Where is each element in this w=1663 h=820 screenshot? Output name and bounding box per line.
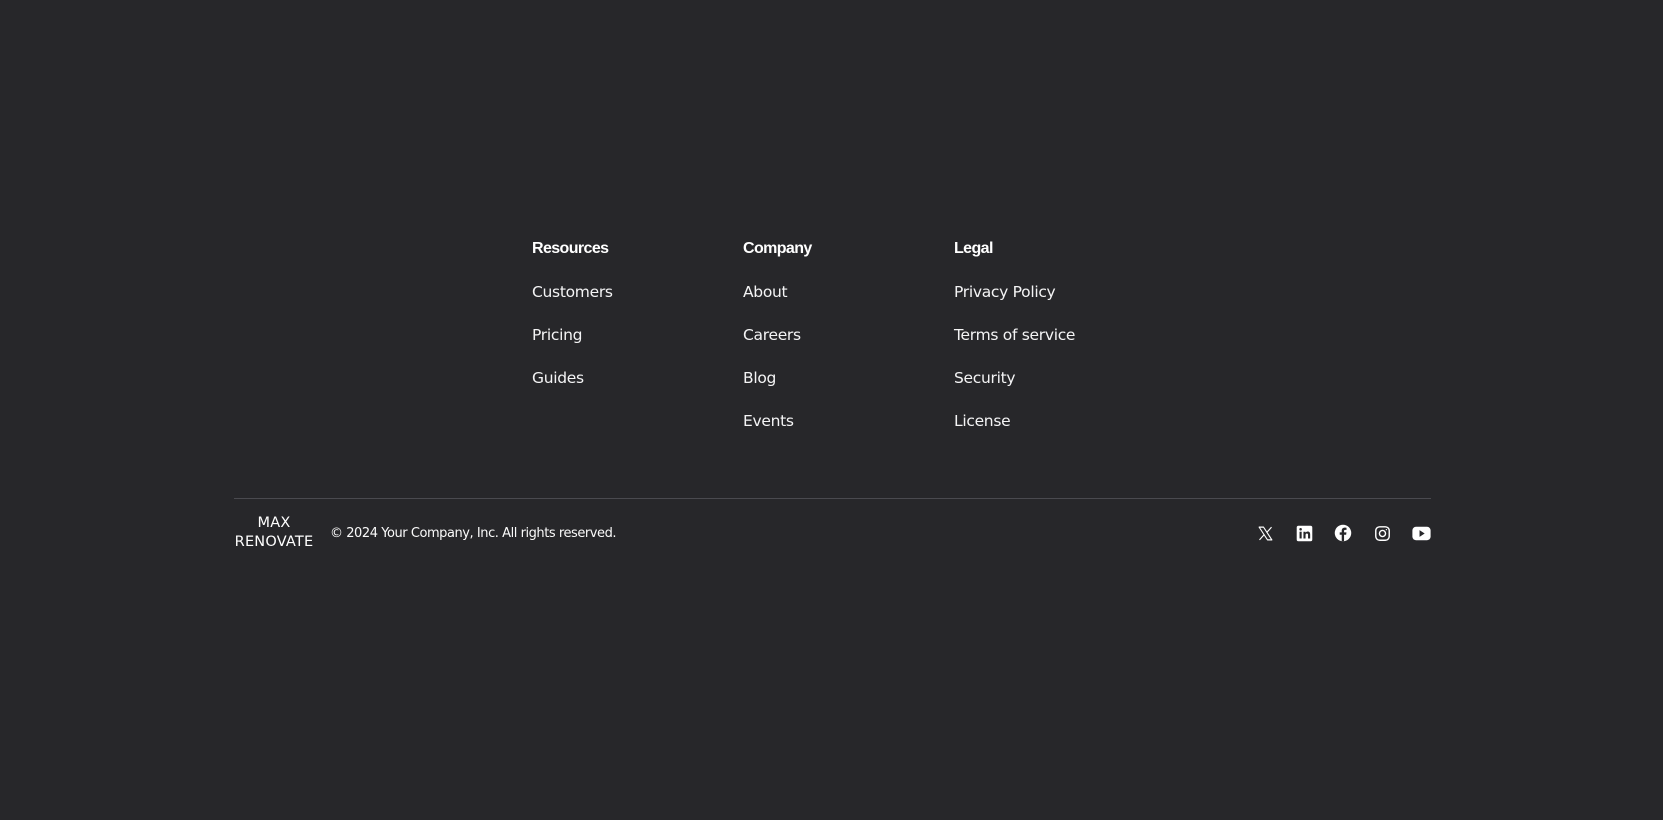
link-list-legal: Privacy Policy Terms of service Security… bbox=[954, 281, 1165, 432]
footer-link-license[interactable]: License bbox=[954, 410, 1165, 432]
footer-divider bbox=[234, 498, 1431, 499]
copyright-text: © 2024 Your Company, Inc. All rights res… bbox=[330, 525, 617, 541]
footer-bottom-bar: MAX RENOVATE © 2024 Your Company, Inc. A… bbox=[234, 511, 1431, 555]
footer-link-security[interactable]: Security bbox=[954, 367, 1165, 389]
brand-logo[interactable]: MAX RENOVATE bbox=[234, 514, 314, 552]
footer-link-about[interactable]: About bbox=[743, 281, 954, 303]
facebook-icon[interactable] bbox=[1333, 523, 1353, 543]
footer-link-customers[interactable]: Customers bbox=[532, 281, 743, 303]
footer-link-privacy-policy[interactable]: Privacy Policy bbox=[954, 281, 1165, 303]
youtube-icon[interactable] bbox=[1411, 523, 1431, 543]
instagram-icon[interactable] bbox=[1372, 523, 1392, 543]
link-list-resources: Customers Pricing Guides bbox=[532, 281, 743, 389]
footer-column-company: Company About Careers Blog Events bbox=[743, 238, 954, 453]
footer-link-blog[interactable]: Blog bbox=[743, 367, 954, 389]
social-links bbox=[1236, 523, 1431, 543]
footer-link-pricing[interactable]: Pricing bbox=[532, 324, 743, 346]
link-list-company: About Careers Blog Events bbox=[743, 281, 954, 432]
logo-line-1: MAX bbox=[257, 515, 291, 531]
column-heading-legal: Legal bbox=[954, 240, 993, 257]
footer-link-columns: Resources Customers Pricing Guides Compa… bbox=[532, 238, 1165, 453]
column-heading-company: Company bbox=[743, 240, 812, 257]
footer-link-events[interactable]: Events bbox=[743, 410, 954, 432]
linkedin-icon[interactable] bbox=[1294, 523, 1314, 543]
footer-link-guides[interactable]: Guides bbox=[532, 367, 743, 389]
logo-line-2: RENOVATE bbox=[234, 534, 314, 550]
footer-column-resources: Resources Customers Pricing Guides bbox=[532, 238, 743, 453]
footer-link-careers[interactable]: Careers bbox=[743, 324, 954, 346]
footer-column-legal: Legal Privacy Policy Terms of service Se… bbox=[954, 238, 1165, 453]
footer-link-terms-of-service[interactable]: Terms of service bbox=[954, 324, 1165, 346]
column-heading-resources: Resources bbox=[532, 240, 609, 257]
x-icon[interactable] bbox=[1255, 523, 1275, 543]
